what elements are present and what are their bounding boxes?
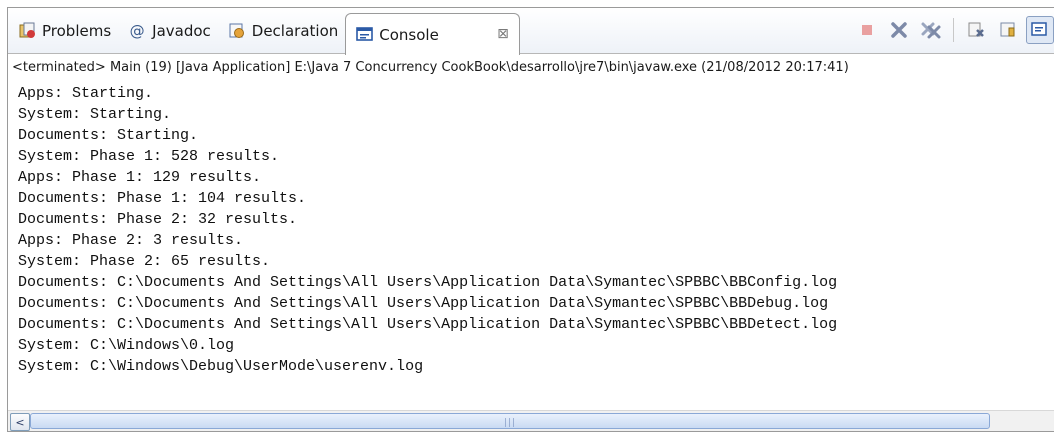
tab-javadoc[interactable]: @ Javadoc	[118, 8, 218, 53]
scroll-lock-icon[interactable]	[994, 16, 1022, 44]
javadoc-icon: @	[129, 21, 145, 40]
console-output[interactable]: Apps: Starting. System: Starting. Docume…	[18, 83, 1054, 377]
problems-icon	[18, 22, 36, 40]
toolbar-separator	[953, 18, 954, 42]
console-line: System: Starting.	[18, 106, 172, 123]
process-status-line: <terminated> Main (19) [Java Application…	[12, 60, 849, 75]
console-line: Documents: C:\Documents And Settings\All…	[18, 316, 838, 333]
clear-console-icon[interactable]	[962, 16, 990, 44]
scrollbar-thumb[interactable]: |||	[30, 413, 990, 429]
console-line: System: Phase 2: 65 results.	[18, 253, 271, 270]
scrollbar-grip: |||	[503, 418, 517, 428]
console-toolbar	[853, 15, 1054, 45]
console-line: Documents: C:\Documents And Settings\All…	[18, 274, 838, 291]
tab-console-label: Console	[379, 25, 439, 44]
terminate-icon[interactable]	[853, 16, 881, 44]
remove-all-terminated-icon[interactable]	[917, 16, 945, 44]
tab-declaration[interactable]: Declaration	[218, 8, 345, 53]
close-tab-icon[interactable]: ⊠	[497, 26, 509, 42]
view-tab-bar: Problems @ Javadoc Declaration Console ⊠	[8, 8, 1054, 55]
tab-declaration-label: Declaration	[251, 21, 339, 40]
console-line: Apps: Starting.	[18, 85, 154, 102]
horizontal-scrollbar[interactable]: < |||	[8, 410, 1054, 431]
console-line: Documents: C:\Documents And Settings\All…	[18, 295, 829, 312]
tab-problems-label: Problems	[42, 21, 112, 40]
console-line: Documents: Phase 2: 32 results.	[18, 211, 298, 228]
tab-console[interactable]: Console ⊠	[345, 13, 520, 55]
remove-launch-icon[interactable]	[885, 16, 913, 44]
console-line: Documents: Phase 1: 104 results.	[18, 190, 307, 207]
console-line: System: C:\Windows\0.log	[18, 337, 235, 354]
tab-list: Problems @ Javadoc Declaration Console ⊠	[8, 8, 520, 55]
console-icon	[355, 26, 373, 44]
console-line: Apps: Phase 2: 3 results.	[18, 232, 244, 249]
console-line: System: C:\Windows\Debug\UserMode\useren…	[18, 358, 424, 375]
tab-problems[interactable]: Problems	[8, 8, 118, 53]
console-view: Problems @ Javadoc Declaration Console ⊠…	[7, 7, 1054, 432]
tab-javadoc-label: Javadoc	[152, 21, 211, 40]
console-line: System: Phase 1: 528 results.	[18, 148, 280, 165]
scroll-left-arrow-icon[interactable]: <	[10, 413, 30, 431]
console-line: Apps: Phase 1: 129 results.	[18, 169, 262, 186]
console-line: Documents: Starting.	[18, 127, 199, 144]
pin-console-icon[interactable]	[1026, 16, 1054, 44]
declaration-icon	[228, 22, 246, 40]
